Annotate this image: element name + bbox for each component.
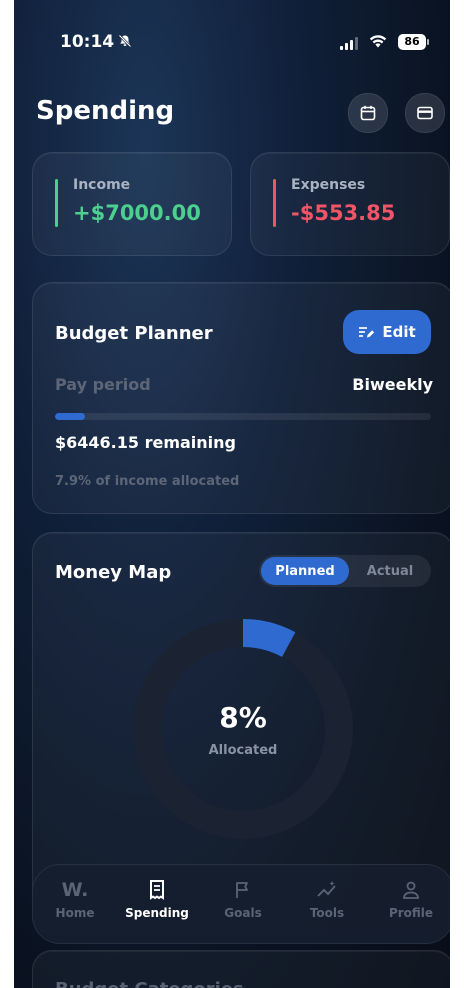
expenses-label: Expenses [291, 177, 366, 193]
calendar-button[interactable] [348, 93, 388, 133]
tab-spending[interactable]: Spending [117, 877, 197, 933]
expenses-value: -$553.85 [291, 201, 396, 225]
edit-budget-button[interactable]: Edit [343, 310, 431, 354]
budget-planner-title: Budget Planner [55, 323, 213, 344]
income-label: Income [73, 177, 131, 193]
tab-profile[interactable]: Profile [371, 877, 450, 933]
wifi-icon [368, 33, 388, 53]
credit-card-icon [417, 106, 433, 120]
tab-goals-label: Goals [224, 906, 262, 920]
status-time: 10:14 [60, 32, 115, 52]
budget-planner-card: Budget Planner Edit Pay period Biweekly … [32, 282, 450, 514]
phone-screen: 10:14 86 Spending Income +$7000.00 Expen… [14, 0, 450, 988]
budget-categories-card: Budget Categories [32, 950, 450, 988]
cards-button[interactable] [405, 93, 445, 133]
expenses-card[interactable]: Expenses -$553.85 [250, 152, 450, 256]
edit-list-icon [359, 327, 375, 338]
tab-home-label: Home [55, 906, 95, 920]
actual-toggle-option[interactable]: Actual [351, 557, 429, 585]
budget-progress-fill [55, 413, 85, 420]
pay-period-label: Pay period [55, 375, 151, 394]
w-logo-icon: W. [61, 879, 89, 901]
receipt-icon [150, 880, 164, 900]
bottom-tab-bar: W. Home Spending Goals Tools Profile [32, 864, 450, 944]
income-accent-bar [55, 179, 58, 227]
tab-tools[interactable]: Tools [287, 877, 367, 933]
planned-actual-toggle: Planned Actual [259, 555, 431, 587]
allocated-label: Allocated [208, 743, 278, 758]
edit-label: Edit [382, 323, 416, 341]
income-value: +$7000.00 [73, 201, 201, 225]
cellular-signal-icon [340, 36, 358, 50]
silent-bell-icon [118, 34, 132, 52]
battery-indicator: 86 [398, 34, 429, 50]
donut-allocated-arc [242, 619, 296, 658]
budget-progress-bar [55, 413, 431, 420]
allocated-note: 7.9% of income allocated [55, 474, 240, 489]
tab-tools-label: Tools [309, 906, 345, 920]
money-map-title: Money Map [55, 562, 172, 583]
pay-period-value[interactable]: Biweekly [352, 375, 433, 394]
page-title: Spending [36, 96, 175, 126]
sparkle-chart-icon [317, 881, 336, 897]
tab-home[interactable]: W. Home [35, 877, 115, 933]
flag-icon [236, 882, 248, 898]
allocated-percent: 8% [219, 701, 267, 734]
tab-profile-label: Profile [388, 906, 434, 920]
tab-spending-label: Spending [125, 906, 189, 920]
expenses-accent-bar [273, 179, 276, 227]
tab-goals[interactable]: Goals [203, 877, 283, 933]
remaining-amount: $6446.15 remaining [55, 433, 236, 452]
calendar-icon [360, 105, 376, 121]
income-card[interactable]: Income +$7000.00 [32, 152, 232, 256]
planned-toggle-option[interactable]: Planned [261, 557, 349, 585]
budget-categories-title: Budget Categories [55, 979, 244, 988]
status-bar: 10:14 86 [14, 32, 450, 56]
person-icon [403, 881, 419, 899]
